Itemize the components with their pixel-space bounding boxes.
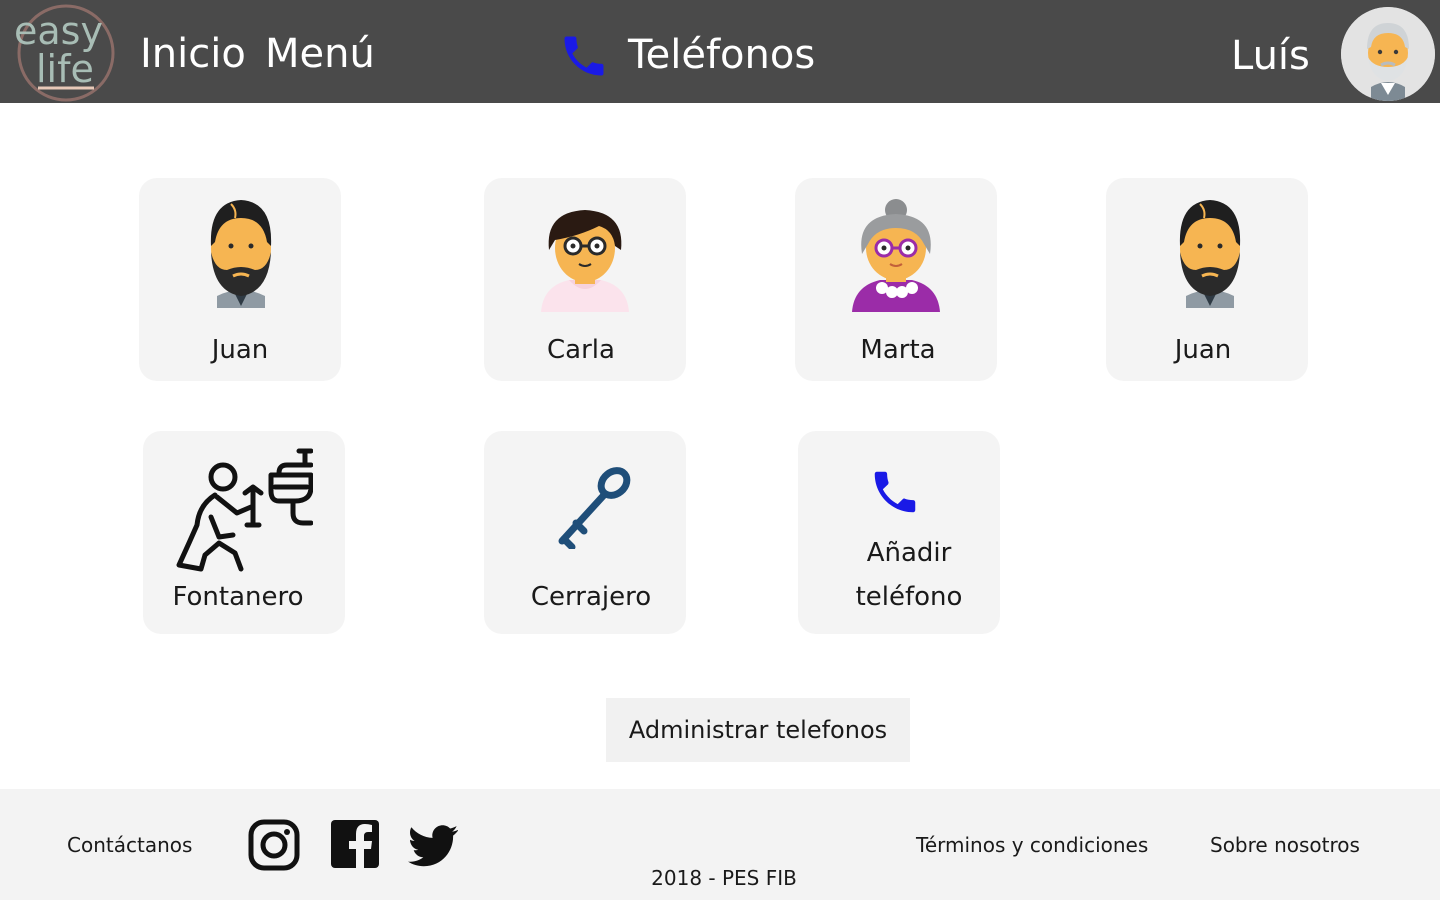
user-avatar[interactable] <box>1341 7 1435 101</box>
bearded-man-avatar-icon <box>210 200 272 308</box>
grandmother-avatar-icon <box>852 199 940 312</box>
contact-card-carla[interactable]: Carla <box>484 178 686 381</box>
copyright: 2018 - PES FIB <box>651 866 797 890</box>
contact-name: Cerrajero <box>530 582 652 612</box>
contact-card-marta[interactable]: Marta <box>795 178 997 381</box>
about-link[interactable]: Sobre nosotros <box>1210 831 1360 859</box>
elderly-man-avatar-icon <box>1341 7 1435 101</box>
plumber-icon <box>176 448 313 572</box>
manage-phones-button[interactable]: Administrar telefonos <box>606 698 910 762</box>
contact-name: Juan <box>211 335 269 365</box>
contact-name: Carla <box>547 335 615 365</box>
key-icon <box>558 467 631 549</box>
footer: Contáctanos Términos y condiciones Sobre… <box>0 789 1440 900</box>
contact-card-juan[interactable]: Juan <box>139 178 341 381</box>
contact-name: Marta <box>860 335 936 365</box>
add-phone-label-line2: teléfono <box>855 582 963 612</box>
contact-name: Juan <box>1174 335 1232 365</box>
add-phone-card[interactable]: Añadir teléfono <box>798 431 1000 634</box>
contact-card-cerrajero[interactable]: Cerrajero <box>484 431 686 634</box>
twitter-icon[interactable] <box>408 825 458 867</box>
facebook-icon[interactable] <box>331 820 379 868</box>
contact-link[interactable]: Contáctanos <box>67 831 192 859</box>
bearded-man-avatar-icon <box>1179 200 1241 308</box>
user-name[interactable]: Luís <box>1231 30 1310 82</box>
add-phone-label-line1: Añadir <box>866 538 952 568</box>
top-bar: easy life Inicio Menú Teléfonos Luís <box>0 0 1440 103</box>
woman-glasses-avatar-icon <box>541 210 629 312</box>
phone-icon <box>564 36 604 76</box>
contact-name: Fontanero <box>172 582 304 612</box>
page-title: Teléfonos <box>628 32 816 78</box>
easy-life-logo[interactable]: easy life <box>14 2 118 102</box>
contact-card-juan-2[interactable]: Juan <box>1106 178 1308 381</box>
phone-icon <box>874 471 916 513</box>
nav-menu[interactable]: Menú <box>265 28 375 80</box>
logo-text-life: life <box>36 47 94 91</box>
contact-card-fontanero[interactable]: Fontanero <box>143 431 345 634</box>
nav-inicio[interactable]: Inicio <box>140 28 246 80</box>
terms-link[interactable]: Términos y condiciones <box>916 831 1148 859</box>
